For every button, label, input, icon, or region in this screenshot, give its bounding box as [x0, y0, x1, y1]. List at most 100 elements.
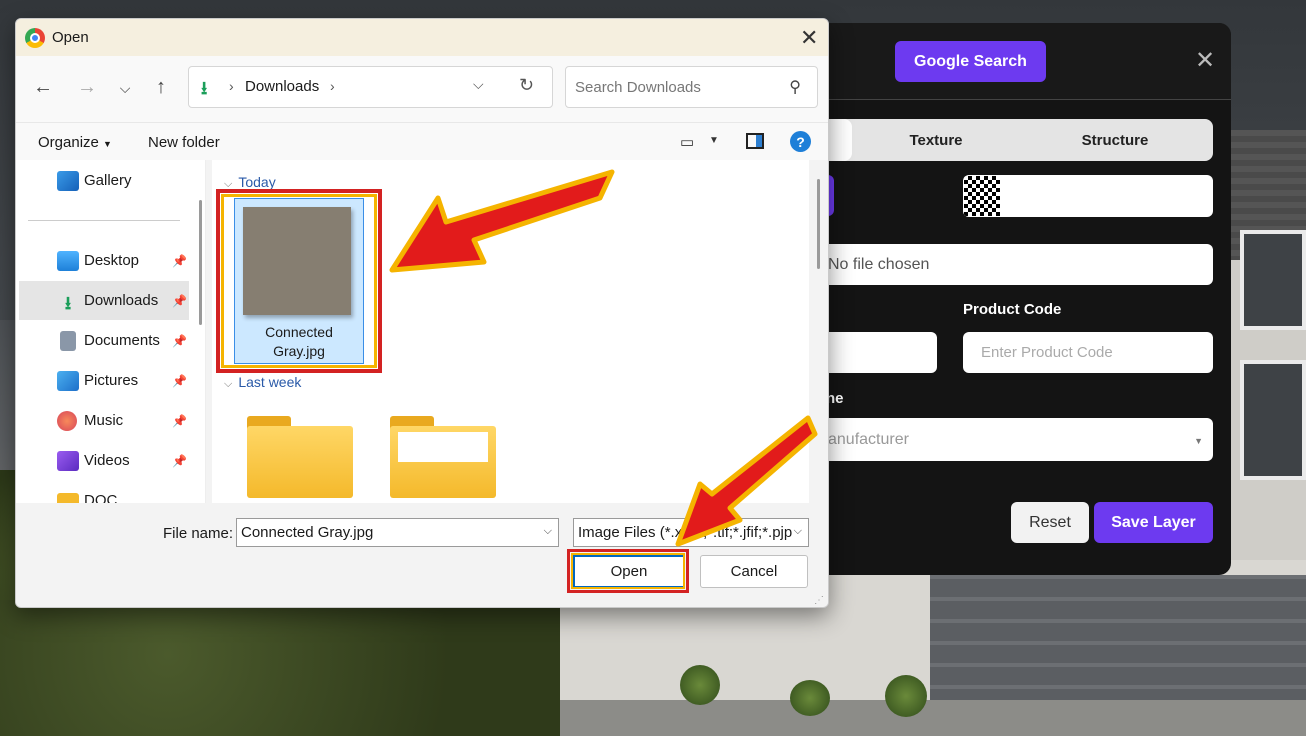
command-bar: Organize ▼ New folder ▭ ▼ ? [16, 122, 828, 160]
caret-down-icon: ▼ [1194, 436, 1203, 446]
file-name-label: File name: [163, 525, 234, 542]
breadcrumb-downloads[interactable]: Downloads [245, 78, 319, 95]
group-label: Last week [238, 374, 302, 390]
documents-icon [60, 330, 76, 351]
sidebar-item-label: Downloads [84, 292, 159, 309]
file-type-value: Image Files (*.xbm;*.tif;*.jfif;*.pjp [578, 524, 793, 541]
sidebar-item-label: Pictures [84, 372, 139, 389]
search-input[interactable]: Search Downloads ⚲ [565, 66, 818, 108]
bush [680, 665, 720, 705]
reset-button[interactable]: Reset [1011, 502, 1089, 543]
address-bar[interactable]: ⭳ › Downloads › ⌵ ↻ [188, 66, 553, 108]
download-icon: ⭳ [201, 78, 208, 98]
walkway [560, 700, 1306, 736]
annotation-highlight-box [567, 549, 689, 593]
file-input[interactable]: No file chosen [800, 244, 1213, 285]
pin-icon[interactable]: 📌 [172, 454, 187, 468]
chevron-right-icon[interactable]: › [229, 78, 234, 94]
google-search-button[interactable]: Google Search [895, 41, 1046, 82]
bush [790, 680, 830, 716]
folder-preview [398, 432, 488, 462]
search-placeholder: Search Downloads [575, 79, 701, 96]
folder-item[interactable] [390, 416, 496, 498]
help-icon[interactable]: ? [790, 131, 811, 152]
recent-locations-chevron-icon[interactable]: ⌵ [112, 80, 138, 97]
pin-icon[interactable]: 📌 [172, 294, 187, 308]
file-name-input[interactable]: Connected Gray.jpg ⌵ [236, 518, 559, 547]
tab-structure[interactable]: Structure [1065, 119, 1165, 161]
open-dialog: Open ✕ ← → ⌵ ↑ ⭳ › Downloads › ⌵ ↻ Searc… [15, 18, 829, 608]
sidebar-item-label: Music [84, 412, 124, 429]
preview-pane-icon[interactable] [746, 133, 764, 149]
sidebar-item-videos[interactable]: Videos 📌 [19, 441, 189, 480]
sidebar-item-label: Desktop [84, 252, 140, 269]
tab-texture[interactable]: Texture [892, 119, 980, 161]
folder-icon [57, 492, 79, 503]
chrome-icon [25, 28, 45, 48]
manufacturer-placeholder: anufacturer [828, 430, 909, 448]
sidebar-item-doc[interactable]: DOC [19, 481, 189, 503]
pin-icon[interactable]: 📌 [172, 414, 187, 428]
pictures-icon [57, 370, 79, 391]
sidebar-item-music[interactable]: Music 📌 [19, 401, 189, 440]
sidebar-item-gallery[interactable]: Gallery [19, 161, 189, 200]
close-icon[interactable]: ✕ [1195, 49, 1217, 73]
downloads-icon: ⭳ [64, 292, 72, 313]
organize-label: Organize [38, 134, 99, 151]
layer-modal: Google Search ✕ Texture Structure No fil… [800, 23, 1231, 575]
organize-button[interactable]: Organize ▼ [38, 134, 112, 151]
sidebar-item-pictures[interactable]: Pictures 📌 [19, 361, 189, 400]
navigation-bar: ← → ⌵ ↑ ⭳ › Downloads › ⌵ ↻ Search Downl… [16, 56, 828, 122]
resize-grip-icon[interactable]: ⋰ [814, 595, 824, 606]
chevron-down-icon: ⌵ [224, 378, 233, 390]
dialog-titlebar[interactable]: Open ✕ [16, 19, 828, 56]
caret-down-icon[interactable]: ▼ [709, 135, 719, 146]
back-arrow-icon[interactable]: ← [30, 76, 56, 99]
dialog-footer: File name: Connected Gray.jpg ⌵ Image Fi… [16, 503, 828, 607]
group-header-last-week[interactable]: ⌵ Last week [224, 374, 301, 391]
videos-icon [57, 450, 79, 471]
pin-icon[interactable]: 📌 [172, 374, 187, 388]
refresh-icon[interactable]: ↻ [519, 75, 534, 96]
file-name-value: Connected Gray.jpg [241, 524, 374, 541]
chevron-down-icon: ⌵ [791, 525, 802, 538]
chevron-down-icon[interactable]: ⌵ [544, 525, 552, 538]
navigation-pane: Gallery Desktop 📌 ⭳ Downloads 📌 Document… [16, 160, 206, 503]
scrollbar[interactable] [817, 179, 820, 269]
search-icon: ⚲ [789, 79, 801, 96]
desktop-icon [57, 250, 79, 271]
file-list: ⌵ Today Connected Gray.jpg ⌵ Last week [212, 160, 809, 503]
sidebar-item-label: Documents [84, 332, 160, 349]
view-icon[interactable]: ▭ [680, 133, 694, 151]
hedge [0, 600, 560, 736]
scrollbar[interactable] [199, 200, 202, 325]
sidebar-item-label: Gallery [84, 172, 132, 189]
chevron-down-icon[interactable]: ⌵ [473, 76, 484, 93]
chevron-right-icon[interactable]: › [330, 78, 335, 94]
sidebar-item-desktop[interactable]: Desktop 📌 [19, 241, 189, 280]
pin-icon[interactable]: 📌 [172, 254, 187, 268]
tab-bar: Texture Structure [800, 119, 1213, 161]
new-folder-button[interactable]: New folder [148, 134, 220, 151]
up-arrow-icon[interactable]: ↑ [148, 76, 174, 99]
sidebar-item-label: DOC [84, 492, 118, 503]
caret-down-icon: ▼ [103, 139, 112, 149]
forward-arrow-icon[interactable]: → [74, 76, 100, 99]
sidebar-item-documents[interactable]: Documents 📌 [19, 321, 189, 360]
house-window [1240, 360, 1306, 480]
save-layer-button[interactable]: Save Layer [1094, 502, 1213, 543]
sidebar-item-downloads[interactable]: ⭳ Downloads 📌 [19, 281, 189, 320]
file-type-select[interactable]: Image Files (*.xbm;*.tif;*.jfif;*.pjp ⌵ [573, 518, 809, 547]
manufacturer-select[interactable]: anufacturer ▼ [800, 418, 1213, 461]
folder-item[interactable] [247, 416, 353, 498]
music-icon [57, 410, 77, 431]
house-window [1240, 230, 1306, 330]
close-icon[interactable]: ✕ [800, 25, 818, 51]
pin-icon[interactable]: 📌 [172, 334, 187, 348]
file-status: No file chosen [828, 255, 930, 273]
texture-preview[interactable] [963, 175, 1213, 217]
product-code-input[interactable]: Enter Product Code [963, 332, 1213, 373]
modal-header: Google Search ✕ [800, 23, 1231, 100]
cancel-button[interactable]: Cancel [700, 555, 808, 588]
bush [885, 675, 927, 717]
